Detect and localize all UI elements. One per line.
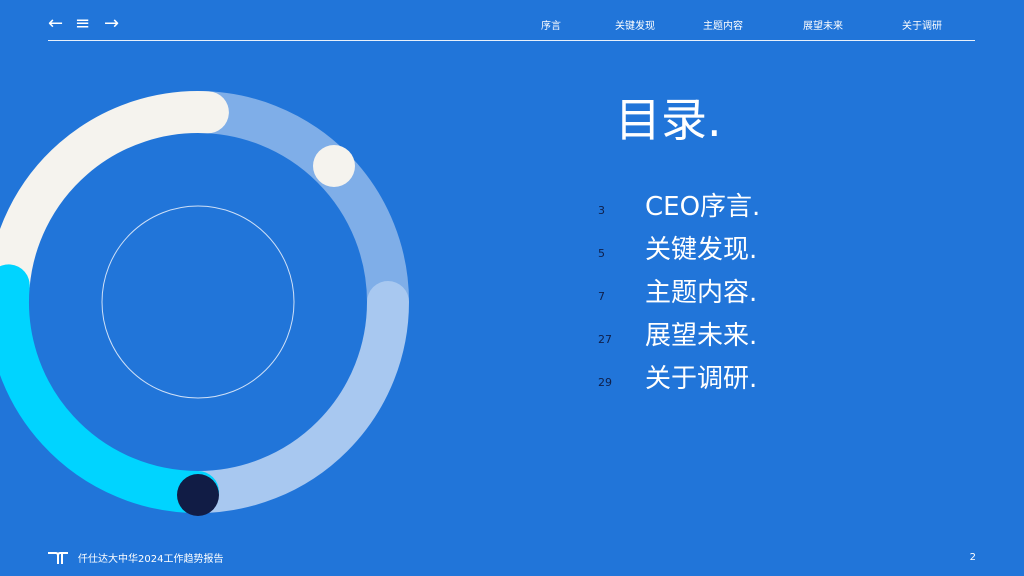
- toc-page-number: 5: [598, 247, 605, 260]
- toc-label[interactable]: 主题内容.: [645, 276, 757, 310]
- toc-page-number: 29: [598, 376, 612, 389]
- toc-label[interactable]: 关键发现.: [645, 233, 757, 267]
- nav-key-findings[interactable]: 关键发现: [615, 17, 655, 32]
- footer: 仟仕达大中华2024工作趋势报告: [48, 550, 223, 565]
- toc-label[interactable]: CEO序言.: [645, 190, 760, 224]
- toc-label[interactable]: 关于调研.: [645, 362, 757, 396]
- ring-segment-light-blue: [197, 91, 409, 303]
- report-title: 仟仕达大中华2024工作趋势报告: [78, 554, 224, 565]
- ring-segment-pale-blue: [177, 281, 409, 513]
- nav-themes[interactable]: 主题内容: [703, 17, 743, 32]
- inner-circle: [101, 205, 295, 399]
- toc-label[interactable]: 展望未来.: [645, 319, 757, 353]
- brand-logo-icon: [48, 551, 68, 564]
- nav-preface[interactable]: 序言: [541, 17, 561, 32]
- nav-outlook[interactable]: 展望未来: [803, 17, 843, 32]
- page-number: 2: [969, 552, 976, 563]
- nav-about-survey[interactable]: 关于调研: [902, 17, 942, 32]
- ring-segment-cream: [0, 91, 229, 307]
- toc-page-number: 3: [598, 204, 605, 217]
- page-title: 目录.: [615, 93, 722, 147]
- toc-page-number: 27: [598, 333, 612, 346]
- cream-dot: [313, 145, 355, 187]
- decorative-ring: [0, 91, 409, 516]
- navy-dot: [177, 474, 219, 516]
- toc-page-number: 7: [598, 290, 605, 303]
